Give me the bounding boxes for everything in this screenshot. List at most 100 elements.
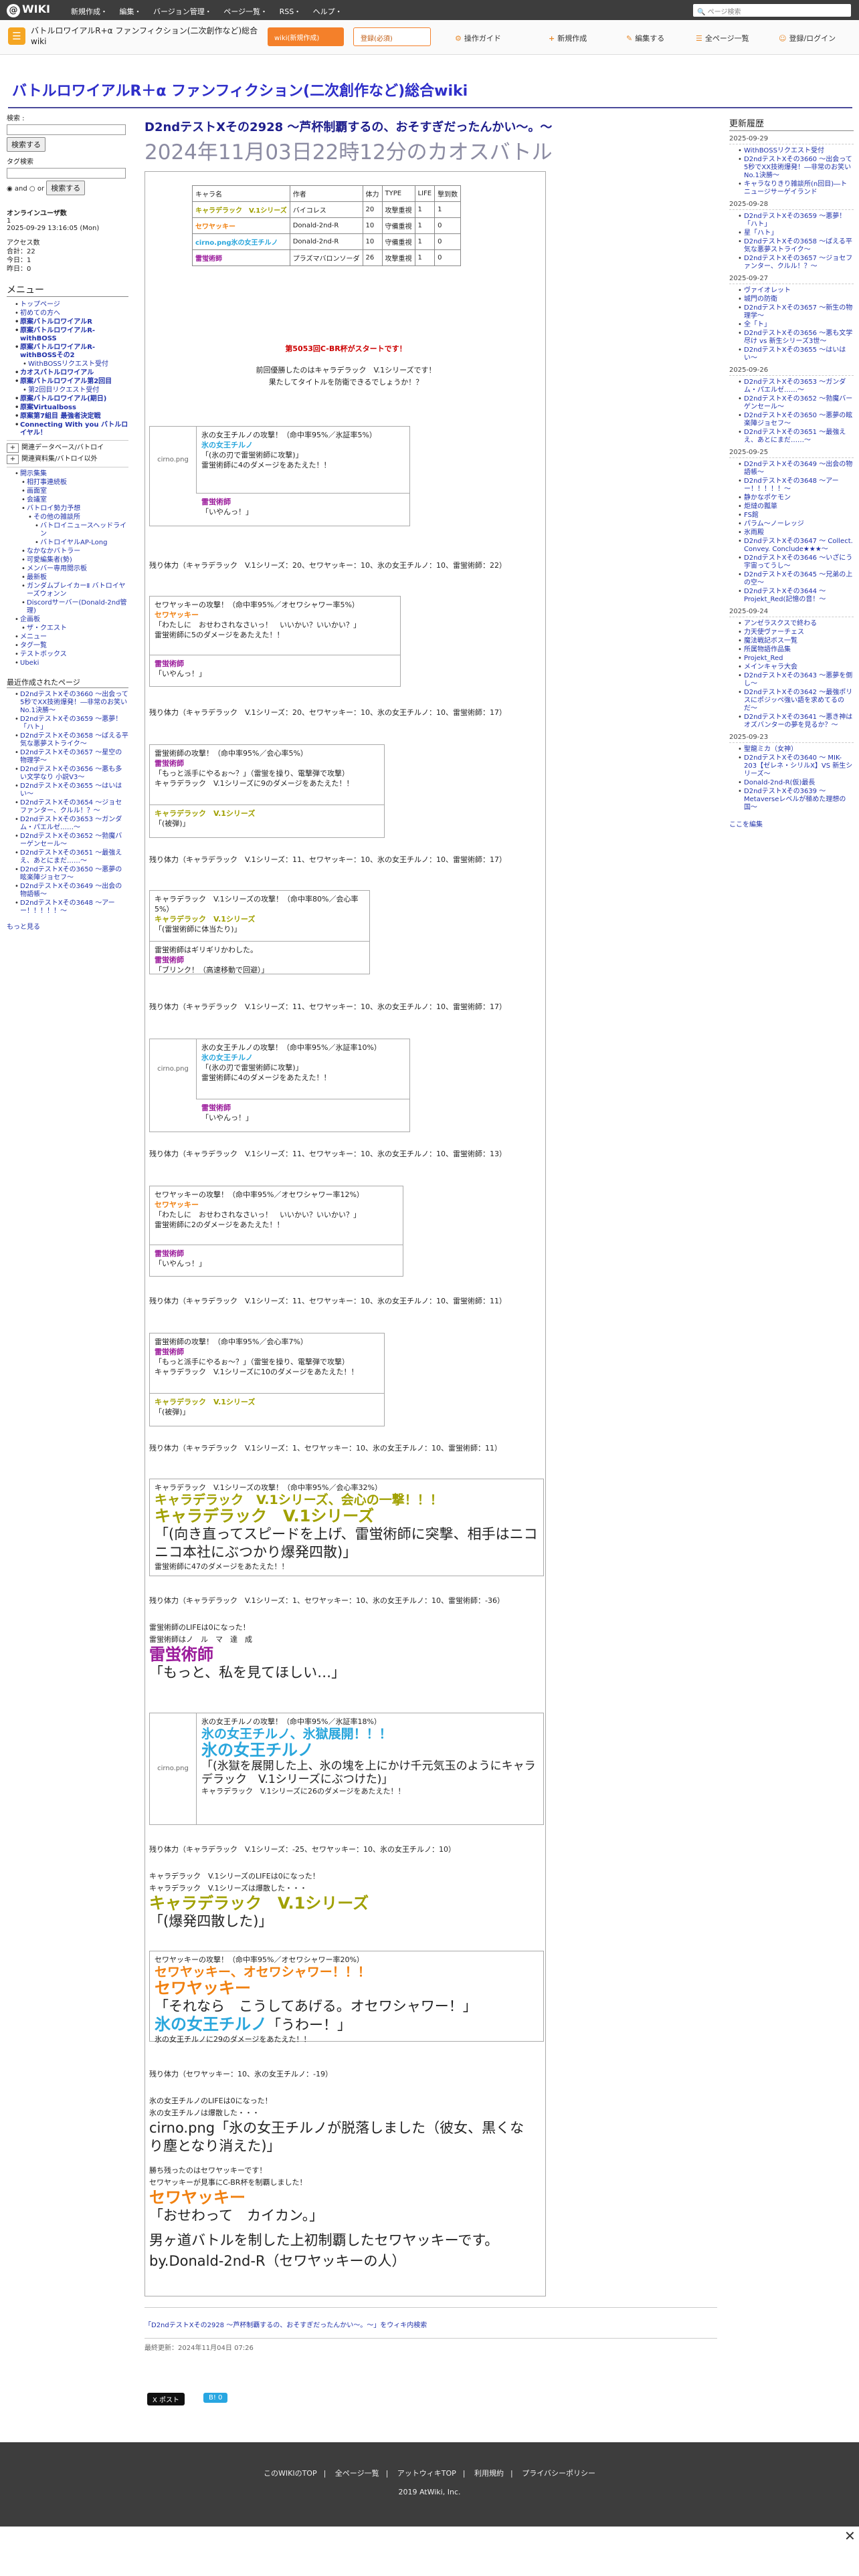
menu-item[interactable]: ガンダムブレイカーⅡ バトロイヤーズウォンン <box>21 582 128 599</box>
history-item[interactable]: D2ndテストXその3655 〜はいはい〜 <box>738 346 854 362</box>
menu-item[interactable]: 第2回目リクエスト受付 <box>23 387 128 395</box>
history-item[interactable]: WithBOSSリクエスト受付 <box>738 147 854 155</box>
menu-item[interactable]: 相打事連続板 <box>21 479 128 487</box>
menu-item[interactable]: バトロイヤルAP-Long <box>35 539 128 547</box>
history-item[interactable]: D2ndテストXその3645 〜兄弟の上の空〜 <box>738 571 854 587</box>
collapsible-db[interactable]: 関連データベース/バトロイ <box>21 444 104 451</box>
footer-link[interactable]: 全ページ一覧 <box>335 2469 379 2478</box>
recent-item[interactable]: D2ndテストXその3659 〜悪夢！「ハト」 <box>15 716 128 732</box>
menu-item[interactable]: Ubeki <box>15 659 128 667</box>
history-item[interactable]: Donald-2nd-R(仮)最長 <box>738 779 854 787</box>
history-item[interactable]: アンゼラスクスで終わる <box>738 620 854 628</box>
history-item[interactable]: D2ndテストXその3646 〜いざにう宇宙ってうし〜 <box>738 554 854 570</box>
menu-item[interactable]: Discordサーバー(Donald-2nd管理) <box>21 599 128 615</box>
expand-toggle[interactable]: + <box>7 455 19 464</box>
menu-item[interactable]: メンバー専用閲示板 <box>21 565 128 573</box>
menu-item[interactable]: 画面室 <box>21 488 128 496</box>
collapsible-docs[interactable]: 関連資料集/バトロイ以外 <box>21 455 98 463</box>
menu-item[interactable]: その他の雑談所 <box>28 514 128 522</box>
history-item[interactable]: D2ndテストXその3648 〜アーー！！！！！〜 <box>738 477 854 494</box>
menu-pagelist[interactable]: ページ一覧・ <box>223 7 268 16</box>
history-item[interactable]: FS館 <box>738 512 854 520</box>
history-item[interactable]: 氷雨殿 <box>738 529 854 537</box>
history-item[interactable]: パラム～ノーレッジ <box>738 520 854 528</box>
search-input[interactable] <box>7 124 126 135</box>
hatena-bookmark-button[interactable]: B! 0 <box>203 2393 228 2403</box>
menu-item[interactable]: Connecting With you バトルロイヤル！ <box>15 421 128 437</box>
menu-item[interactable]: テストボックス <box>15 651 128 659</box>
history-item[interactable]: D2ndテストXその3659 〜悪夢！「ハト」 <box>738 213 854 229</box>
history-item[interactable]: D2ndテストXその3651 〜最強ええ、あとにまだ……〜 <box>738 429 854 445</box>
edit-link[interactable]: ✎ 編集する <box>626 33 664 43</box>
recent-item[interactable]: D2ndテストXその3649 〜出会の物語帳〜 <box>15 883 128 899</box>
footer-link[interactable]: 利用規約 <box>474 2469 504 2478</box>
menu-edit[interactable]: 編集・ <box>120 7 142 16</box>
history-item[interactable]: D2ndテストXその3653 〜ガンダム・パエルゼ……〜 <box>738 379 854 395</box>
history-item[interactable]: 全「ト」 <box>738 321 854 329</box>
menu-item[interactable]: 開示集集 <box>15 470 128 478</box>
history-item[interactable]: D2ndテストXその3658 〜ばえる平気な悪夢ストライク〜 <box>738 238 854 254</box>
history-item[interactable]: D2ndテストXその3647 〜 Collect. Convey. Conclu… <box>738 538 854 554</box>
menu-version[interactable]: バージョン管理・ <box>153 7 212 16</box>
history-item[interactable]: D2ndテストXその3657 〜ジョセファンター、クルル！？〜 <box>738 255 854 271</box>
recent-item[interactable]: D2ndテストXその3648 〜アーー！！！！！〜 <box>15 899 128 916</box>
history-item[interactable]: D2ndテストXその3640 〜 MIK-203【ゼレネ・シリルX】VS 新生シ… <box>738 754 854 778</box>
history-item[interactable]: D2ndテストXその3649 〜出会の物語帳〜 <box>738 461 854 477</box>
recent-item[interactable]: D2ndテストXその3655 〜はいはい〜 <box>15 782 128 798</box>
and-radio[interactable]: ◉ <box>7 185 15 193</box>
recent-item[interactable]: D2ndテストXその3654 〜ジョセファンター、クルル！？〜 <box>15 799 128 815</box>
history-item[interactable]: D2ndテストXその3642 〜最強ポリスにポジッペ強い語を求めてるのだ〜 <box>738 689 854 713</box>
menu-item[interactable]: カオスバトルロワイアル <box>15 369 128 377</box>
footer-link[interactable]: このWIKIのTOP <box>264 2469 317 2478</box>
history-item[interactable]: Projekt_Red <box>738 655 854 663</box>
edit-history-link[interactable]: ここを編集 <box>729 819 854 829</box>
tag-search-button[interactable]: 検索する <box>46 181 86 195</box>
recent-item[interactable]: D2ndテストXその3660 〜出会って5秒でXX技術爆発！―非常のお笑いNo.… <box>15 691 128 715</box>
wiki-create-button[interactable]: wiki(新規作成) <box>268 27 344 46</box>
history-item[interactable]: 静かなポケモン <box>738 494 854 502</box>
expand-toggle[interactable]: + <box>7 443 19 453</box>
menu-item[interactable]: メニュー <box>15 633 128 641</box>
menu-item[interactable]: 原案バトルロワイアル第2回目 <box>15 378 128 386</box>
x-post-button[interactable]: X ポスト <box>147 2393 185 2405</box>
recent-item[interactable]: D2ndテストXその3652 〜勃魔バーゲンセール〜 <box>15 833 128 849</box>
history-item[interactable]: 炬燵の瓢箪 <box>738 503 854 511</box>
page-search-input[interactable]: 🔍 ページ検索 <box>693 4 851 17</box>
history-item[interactable]: D2ndテストXその3643 〜悪夢を倒し〜 <box>738 672 854 688</box>
recent-item[interactable]: D2ndテストXその3658 〜ばえる平気な悪夢ストライク〜 <box>15 732 128 748</box>
history-item[interactable]: D2ndテストXその3644 〜 Projekt_Red(記憶の音！〜 <box>738 588 854 604</box>
recent-item[interactable]: D2ndテストXその3651 〜最強ええ、あとにまだ……〜 <box>15 849 128 865</box>
or-radio[interactable]: ○ <box>29 185 37 193</box>
history-item[interactable]: D2ndテストXその3639 〜 Metaverseレベルが極めた理想の国〜 <box>738 788 854 812</box>
new-page-link[interactable]: + 新規作成 <box>549 33 587 43</box>
menu-item[interactable]: タグ一覧 <box>15 642 128 650</box>
history-item[interactable]: 所属物語作品集 <box>738 646 854 654</box>
more-link[interactable]: もっと見る <box>7 921 128 931</box>
menu-item[interactable]: 会議室 <box>21 496 128 504</box>
menu-item[interactable]: 企画板 <box>15 616 128 624</box>
menu-item[interactable]: 原案第7組目 最強者決定戦 <box>15 413 128 421</box>
recent-item[interactable]: D2ndテストXその3650 〜悪夢の眩楽陣ジョセフ〜 <box>15 866 128 882</box>
login-link[interactable]: ☺ 登録/ログイン <box>779 33 836 43</box>
history-item[interactable]: D2ndテストXその3652 〜勃魔バーゲンセール〜 <box>738 395 854 411</box>
guide-link[interactable]: ⚙ 操作ガイド <box>455 33 501 43</box>
history-item[interactable]: キャラなりきり雑談所(n回目)―トニュージサーゲイランド <box>738 181 854 197</box>
history-item[interactable]: 城門の防衛 <box>738 296 854 304</box>
wiki-search-link[interactable]: 「D2ndテストXその2928 〜芦杯制覇するの、おそすぎだったんかい〜。〜」を… <box>145 2319 717 2329</box>
tag-search-input[interactable] <box>7 168 126 179</box>
menu-item[interactable]: 原案Virtualboss <box>15 404 128 412</box>
footer-link[interactable]: プライバシーポリシー <box>522 2469 595 2478</box>
recent-item[interactable]: D2ndテストXその3653 〜ガンダム・パエルゼ……〜 <box>15 816 128 832</box>
menu-item[interactable]: WithBOSSリクエスト受付 <box>23 360 128 368</box>
atwiki-logo[interactable]: @ WIKI <box>7 3 50 17</box>
menu-item[interactable]: 原案バトルロワイアルR-withBOSS <box>15 327 128 343</box>
footer-link[interactable]: アットウィキTOP <box>397 2469 456 2478</box>
menu-item[interactable]: 原案バトルロワイアル(期日) <box>15 395 128 403</box>
history-item[interactable]: D2ndテストXその3656 〜悪も文学尽け vs 新生シリーズ3世〜 <box>738 330 854 346</box>
history-item[interactable]: 魔法戦記ボス一覧 <box>738 637 854 645</box>
history-item[interactable]: D2ndテストXその3650 〜悪夢の眩楽陣ジョセフ〜 <box>738 412 854 428</box>
history-item[interactable]: ヴァイオレット <box>738 287 854 295</box>
menu-item[interactable]: 初めての方へ <box>15 310 128 318</box>
recent-item[interactable]: D2ndテストXその3657 〜星空の物理学〜 <box>15 749 128 765</box>
all-pages-link[interactable]: ☰ 全ページ一覧 <box>696 33 749 43</box>
